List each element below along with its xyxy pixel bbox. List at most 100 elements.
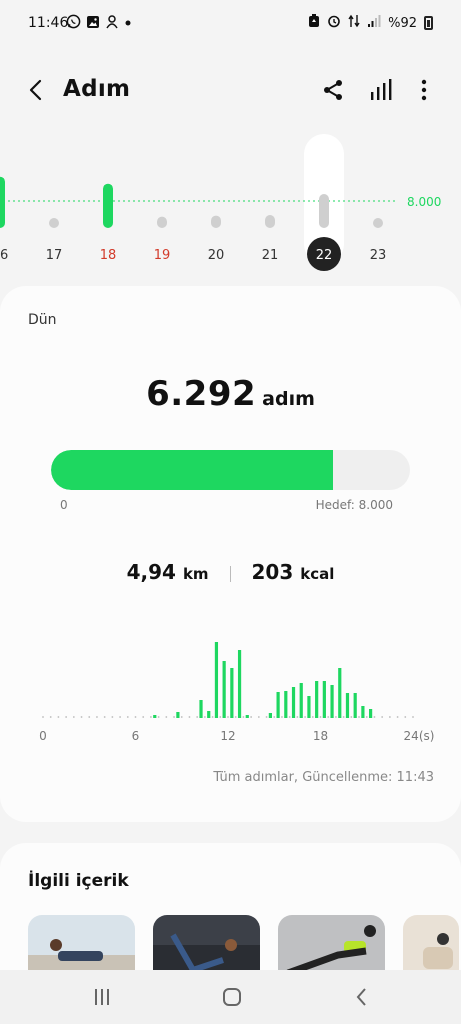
baseline-dot xyxy=(72,716,75,718)
baseline-dot xyxy=(273,716,276,718)
hourly-bar xyxy=(276,692,280,718)
more-options-icon[interactable] xyxy=(410,76,438,104)
day-bar-19[interactable] xyxy=(157,216,167,228)
baseline-dot xyxy=(88,716,91,718)
status-time: 11:46 xyxy=(28,15,69,31)
baseline-dot xyxy=(288,716,291,718)
hourly-bar xyxy=(284,691,288,718)
progress-min-label: 0 xyxy=(60,498,68,512)
workout-illustration xyxy=(423,933,453,969)
baseline-dot xyxy=(281,716,283,718)
calories-unit: kcal xyxy=(300,565,335,583)
signal-icon xyxy=(367,14,381,32)
hourly-bar xyxy=(315,681,319,718)
nav-back-button[interactable] xyxy=(346,982,378,1012)
hourly-bar xyxy=(214,642,219,718)
day-bar-18[interactable] xyxy=(103,183,113,228)
hourly-bar xyxy=(345,693,350,718)
baseline-dot xyxy=(126,716,129,718)
baseline-dot xyxy=(404,716,407,718)
hourly-bar xyxy=(353,693,357,718)
day-label-17[interactable]: 17 xyxy=(46,248,63,263)
distance-value: 4,94 xyxy=(126,560,176,584)
baseline-dot xyxy=(211,716,214,718)
calories-value: 203 xyxy=(251,560,294,584)
hourly-bar xyxy=(207,711,211,718)
hourly-bar xyxy=(153,715,157,718)
hourly-steps-chart: 0 6 12 18 24(s) xyxy=(39,642,435,743)
battery-icon xyxy=(424,16,433,30)
baseline-dot xyxy=(80,716,83,718)
baseline-dot xyxy=(103,716,106,718)
baseline-dot xyxy=(257,716,260,718)
x-tick-label: 0 xyxy=(39,729,47,743)
baseline-dot xyxy=(388,716,391,718)
goal-progress-fill xyxy=(51,450,334,490)
recents-button[interactable] xyxy=(86,982,118,1012)
page-title: Adım xyxy=(63,76,131,102)
status-dot-icon xyxy=(124,16,132,31)
hourly-bar xyxy=(199,700,203,718)
back-arrow-icon[interactable] xyxy=(22,76,50,104)
baseline-dot xyxy=(57,716,60,718)
day-bar-17[interactable] xyxy=(49,218,59,228)
x-tick-label: 12 xyxy=(220,729,235,743)
related-content-title: İlgili içerik xyxy=(28,871,129,891)
workout-illustration xyxy=(153,933,260,975)
system-nav-bar xyxy=(0,970,461,1024)
baseline-dot xyxy=(365,716,368,718)
hourly-bar xyxy=(330,685,334,718)
weekly-step-strip[interactable]: 8.000 16 17 18 19 20 21 22 23 xyxy=(0,130,461,280)
day-label-22[interactable]: 22 xyxy=(316,248,333,263)
workout-illustration xyxy=(286,925,376,975)
leg-raise-workout-thumbnail[interactable] xyxy=(153,915,260,975)
battery-percent: %92 xyxy=(388,15,417,31)
hourly-bar xyxy=(299,683,303,718)
baseline-dot xyxy=(242,716,245,718)
day-bar-16[interactable] xyxy=(0,176,5,228)
day-bar-23[interactable] xyxy=(373,218,383,228)
baseline-dot xyxy=(173,716,175,718)
baseline-dot xyxy=(381,716,384,718)
day-label-16[interactable]: 16 xyxy=(0,248,8,263)
share-icon[interactable] xyxy=(319,76,347,104)
status-bar: 11:46 %92 xyxy=(0,0,461,48)
baseline-dot xyxy=(396,716,399,718)
plank-workout-thumbnail[interactable] xyxy=(28,915,135,975)
day-label-19[interactable]: 19 xyxy=(154,248,171,263)
hourly-bar xyxy=(176,712,180,718)
weekly-step-chart[interactable]: 8.000 16 17 18 19 20 21 22 23 xyxy=(0,130,461,280)
baseline-dot xyxy=(234,716,237,718)
chart-icon[interactable] xyxy=(367,76,395,104)
home-button[interactable] xyxy=(216,982,248,1012)
progress-goal-label: Hedef: 8.000 xyxy=(315,498,393,512)
hourly-bar xyxy=(361,706,365,718)
day-label-23[interactable]: 23 xyxy=(370,248,387,263)
day-label-20[interactable]: 20 xyxy=(208,248,225,263)
battery-saver-icon xyxy=(308,14,320,32)
whatsapp-icon xyxy=(66,14,81,33)
goal-line-label: 8.000 xyxy=(407,195,441,209)
baseline-dot xyxy=(250,716,253,718)
baseline-dot xyxy=(342,716,345,718)
day-bar-20[interactable] xyxy=(211,215,221,228)
stretch-workout-thumbnail[interactable] xyxy=(403,915,459,975)
day-label-21[interactable]: 21 xyxy=(262,248,279,263)
day-bar-22[interactable] xyxy=(319,194,329,228)
baseline-dot xyxy=(119,716,121,718)
pushup-workout-thumbnail[interactable] xyxy=(278,915,385,975)
day-bar-21[interactable] xyxy=(265,215,275,228)
baseline-dot xyxy=(203,716,206,718)
hourly-bar xyxy=(245,715,249,718)
day-label-18[interactable]: 18 xyxy=(100,248,117,263)
step-count-unit: adım xyxy=(262,388,315,410)
baseline-dot xyxy=(358,716,360,718)
baseline-dot xyxy=(373,716,376,718)
alarm-icon xyxy=(327,14,341,32)
baseline-dot xyxy=(96,716,98,718)
baseline-dot xyxy=(304,716,306,718)
baseline-dot xyxy=(180,716,183,718)
baseline-dot xyxy=(227,716,229,718)
x-tick-label: 24(s) xyxy=(404,729,435,743)
daily-summary-card: Dün 6.292 adım 0 Hedef: 8.000 4,94 km 203… xyxy=(0,286,461,822)
